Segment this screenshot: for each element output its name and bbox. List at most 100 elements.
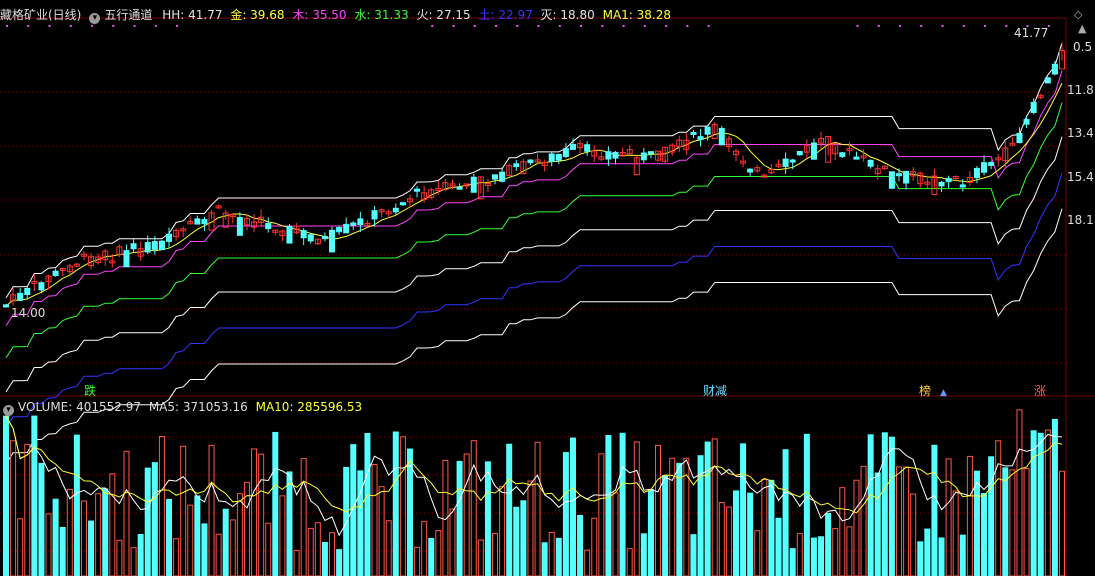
candle-body [336,227,343,233]
volume-bar [109,473,116,576]
candle-body [286,225,293,244]
volume-bar [24,443,31,576]
candle-body [647,151,654,155]
volume-bar [399,436,406,576]
volume-menu-icon[interactable]: ▾ [3,405,14,416]
candles [3,42,1065,308]
volume-bar [584,549,591,576]
legend-volume: VOLUME: 401552.97 [18,400,141,414]
ma1-line [5,82,1063,307]
volume-bar [513,506,520,576]
volume-bar [52,498,59,576]
indicator-menu-icon[interactable]: ▾ [89,13,101,24]
volume-bar [520,500,527,576]
volume-bar [626,548,633,576]
volume-bar [803,433,810,576]
candle-body [158,240,165,251]
volume-bar [73,434,80,576]
expand-icon[interactable]: ◇ [1074,8,1082,21]
volume-bar [265,522,272,576]
volume-bar [421,520,428,576]
candle-body [17,292,24,301]
legend-mie: 灭: 18.80 [540,8,595,22]
signal-dot [707,25,710,27]
candle-body [24,287,31,296]
volume-bar [314,522,321,576]
volume-bar [598,453,605,576]
signal-dot [601,25,604,27]
legend-hh: HH: 41.77 [162,8,223,22]
scroll-up-icon[interactable]: ▲ [1078,22,1086,35]
volume-bar [1059,470,1065,576]
candle-body [867,159,874,167]
volume-bar [945,458,952,576]
volume-bar [931,444,938,576]
candle-body [1023,119,1030,125]
candle-body [548,153,555,162]
candle-body [527,159,534,164]
volume-bar [357,470,364,576]
event-label-die[interactable]: 跌 [84,384,96,398]
volume-bar [88,520,95,576]
candle-body [144,242,151,253]
mu-line [5,70,1063,327]
event-label-caijian[interactable]: 财减 [703,384,727,398]
volume-bar [888,436,895,576]
signal-dot [91,25,94,27]
candle-body [562,148,569,157]
candle-body [612,151,619,159]
volume-bar [810,537,817,576]
volume-bar [853,479,860,576]
event-label-bang[interactable]: 榜 [919,384,931,398]
high-price-label: 41.77 [1014,26,1049,40]
volume-bar [279,495,286,576]
axis-label-4: 15.4 [1067,170,1094,184]
volume-bar [144,467,151,576]
axis-label-2: 11.8 [1067,83,1094,97]
candle-body [499,171,506,182]
volume-bar [839,487,846,576]
candle-body [38,282,45,291]
event-label-zhang[interactable]: 涨 [1034,384,1046,398]
candle-body [123,250,130,268]
indicator-name[interactable]: 五行通道 [104,8,152,22]
volume-bar [995,440,1002,576]
signal-dot [962,25,965,27]
volume-bar [31,415,38,576]
candle-body [513,163,520,168]
volume-bar [577,515,584,576]
volume-bar [449,508,456,576]
candle-body [300,230,307,239]
stock-title[interactable]: 藏格矿业(日线) [0,8,81,22]
candle-body [945,177,952,183]
shui-line [5,102,1063,359]
signal-dot [516,25,519,27]
volume-bar [555,537,562,576]
axis-label-1: 0.5 [1073,40,1093,54]
candle-body [973,167,980,179]
volume-bar [704,441,711,576]
candle-body [470,176,477,193]
volume-bar [662,474,669,576]
signal-dot [580,25,583,27]
volume-bar [754,530,761,576]
volume-bar [796,533,803,576]
event-triangle-icon[interactable]: ▲ [940,386,947,400]
volume-bar [321,541,328,576]
candle-body [3,304,9,308]
volume-bar [818,536,825,576]
candle-body [796,150,803,156]
volume-bar [917,541,924,576]
volume-bar [477,539,484,576]
kline-chart-canvas[interactable] [0,0,1095,576]
legend-ma10: MA10: 285596.53 [255,400,363,414]
candle-body [130,243,137,250]
axis-label-3: 13.4 [1067,126,1094,140]
candle-body [307,234,314,242]
signal-dot [856,25,859,27]
volume-bar [952,490,959,576]
volume-bar [846,526,853,576]
candle-body [810,142,817,160]
volume-bar [137,533,144,576]
volume-bar [633,441,640,576]
